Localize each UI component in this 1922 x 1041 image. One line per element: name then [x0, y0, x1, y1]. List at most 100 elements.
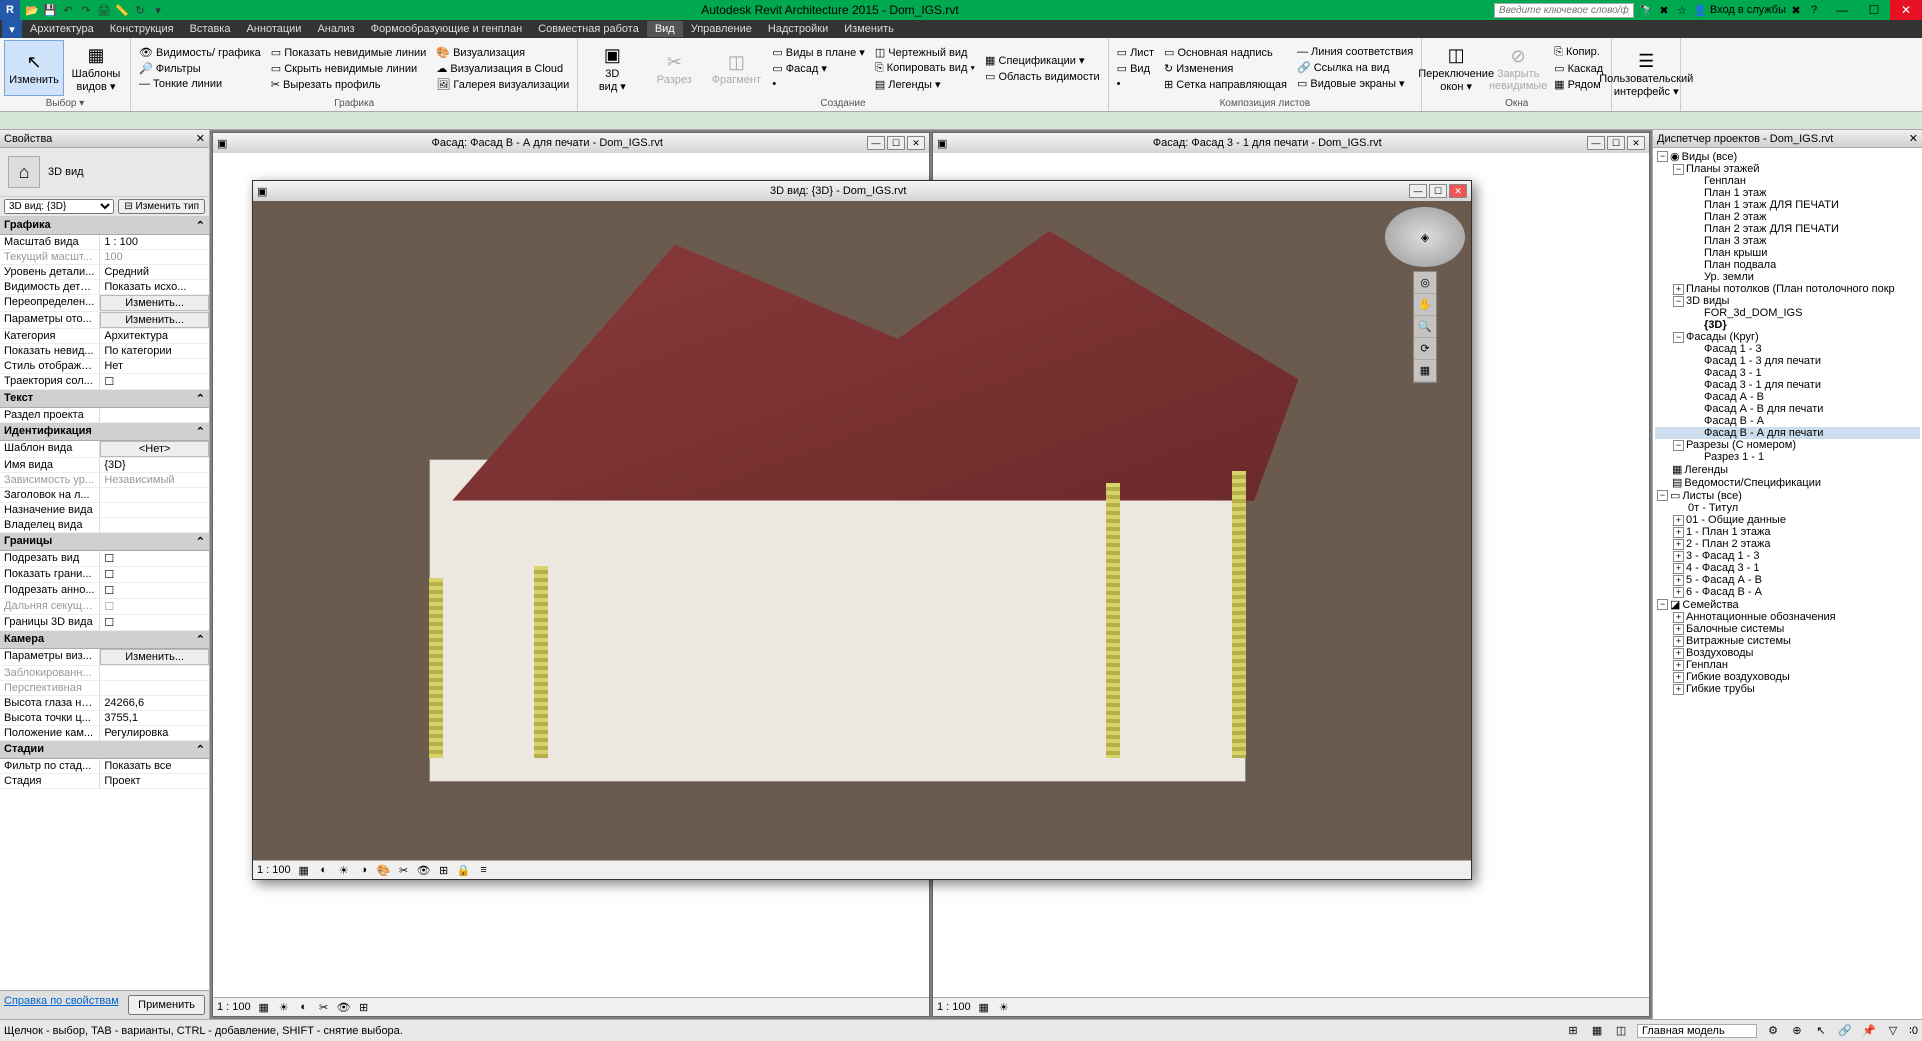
- prop-row[interactable]: Имя вида{3D}: [0, 458, 209, 473]
- qat-open-icon[interactable]: 📂: [24, 2, 40, 18]
- close-icon[interactable]: ✕: [1449, 184, 1467, 198]
- tree-item[interactable]: Фасад А - В для печати: [1655, 403, 1920, 415]
- tree-item[interactable]: Генплан: [1655, 175, 1920, 187]
- menu-Надстройки[interactable]: Надстройки: [760, 21, 836, 37]
- menu-Формообразующие и генплан[interactable]: Формообразующие и генплан: [363, 21, 531, 37]
- apply-button[interactable]: Применить: [128, 995, 205, 1015]
- sb-icon[interactable]: ⊕: [1789, 1023, 1805, 1039]
- tree-item[interactable]: Фасад В - А: [1655, 415, 1920, 427]
- qat-redo-icon[interactable]: ↷: [78, 2, 94, 18]
- vc-constraints-icon[interactable]: 🔒: [457, 863, 471, 877]
- ribbon-item[interactable]: ▭ Основная надпись: [1160, 45, 1291, 60]
- tree-item[interactable]: План подвала: [1655, 259, 1920, 271]
- tree-item[interactable]: −Планы этажей: [1655, 163, 1920, 175]
- view-selector[interactable]: 3D вид: {3D}: [4, 199, 114, 214]
- tree-item[interactable]: Разрез 1 - 1: [1655, 451, 1920, 463]
- tree-item[interactable]: 0т - Титул: [1655, 502, 1920, 514]
- tree-item[interactable]: ▦Легенды: [1655, 463, 1920, 476]
- tree-toggle-icon[interactable]: +: [1673, 551, 1684, 562]
- ribbon-item[interactable]: — Тонкие линии: [135, 77, 265, 91]
- tree-item[interactable]: Ур. земли: [1655, 271, 1920, 283]
- tree-toggle-icon[interactable]: −: [1673, 296, 1684, 307]
- tree-toggle-icon[interactable]: −: [1657, 151, 1668, 162]
- vc-icon[interactable]: ▦: [977, 1000, 991, 1014]
- binoculars-icon[interactable]: 🔭: [1638, 2, 1654, 18]
- tree-item[interactable]: −◉Виды (все): [1655, 150, 1920, 163]
- menu-Конструкция[interactable]: Конструкция: [102, 21, 182, 37]
- min-icon[interactable]: —: [1587, 136, 1605, 150]
- menu-Аннотации[interactable]: Аннотации: [238, 21, 309, 37]
- app-menu-icon[interactable]: ▾: [2, 20, 22, 38]
- tree-item[interactable]: +Витражные системы: [1655, 635, 1920, 647]
- prop-row[interactable]: Подрезать анно...: [0, 583, 209, 599]
- tree-item[interactable]: −3D виды: [1655, 295, 1920, 307]
- qat-measure-icon[interactable]: 📏: [114, 2, 130, 18]
- maximize-button[interactable]: ☐: [1858, 0, 1890, 20]
- menu-Вставка[interactable]: Вставка: [182, 21, 239, 37]
- max-icon[interactable]: ☐: [1607, 136, 1625, 150]
- pan-icon[interactable]: ✋: [1414, 294, 1436, 316]
- prop-row[interactable]: Показать грани...: [0, 567, 209, 583]
- tree-toggle-icon[interactable]: +: [1673, 284, 1684, 295]
- prop-row[interactable]: Видимость дета...Показать исхо...: [0, 280, 209, 295]
- max-icon[interactable]: ☐: [887, 136, 905, 150]
- sb-link-icon[interactable]: 🔗: [1837, 1023, 1853, 1039]
- steering-wheel-icon[interactable]: ◎: [1414, 272, 1436, 294]
- prop-group-Камера[interactable]: Камера⌃: [0, 631, 209, 649]
- vc-shadow-icon[interactable]: ◑: [357, 863, 371, 877]
- tree-item[interactable]: +2 - План 2 этажа: [1655, 538, 1920, 550]
- ribbon-item[interactable]: ▭ Вид: [1113, 61, 1158, 76]
- tree-item[interactable]: +1 - План 1 этажа: [1655, 526, 1920, 538]
- close-icon[interactable]: ✕: [907, 136, 925, 150]
- qat-more-icon[interactable]: ▾: [150, 2, 166, 18]
- orbit-icon[interactable]: ⟳: [1414, 338, 1436, 360]
- prop-row[interactable]: Владелец вида: [0, 518, 209, 533]
- change-type-button[interactable]: ⊟ Изменить тип: [118, 199, 205, 214]
- tree-item[interactable]: План 1 этаж ДЛЯ ПЕЧАТИ: [1655, 199, 1920, 211]
- ribbon-Переключение-окон-▾[interactable]: ◫Переключениеокон ▾: [1426, 40, 1486, 96]
- prop-row[interactable]: Положение кам...Регулировка: [0, 726, 209, 741]
- ribbon-item[interactable]: ▭ Фасад ▾: [768, 61, 868, 76]
- vc-icon[interactable]: ☀: [997, 1000, 1011, 1014]
- tree-item[interactable]: +4 - Фасад 3 - 1: [1655, 562, 1920, 574]
- vc-hide-icon[interactable]: 👁: [417, 863, 431, 877]
- scale-label[interactable]: 1 : 100: [937, 1001, 971, 1013]
- browser-close-icon[interactable]: ✕: [1909, 132, 1918, 145]
- tree-item[interactable]: +5 - Фасад А - В: [1655, 574, 1920, 586]
- tree-item[interactable]: План 1 этаж: [1655, 187, 1920, 199]
- tree-toggle-icon[interactable]: −: [1673, 332, 1684, 343]
- tree-item[interactable]: Фасад 1 - 3 для печати: [1655, 355, 1920, 367]
- tree-toggle-icon[interactable]: +: [1673, 539, 1684, 550]
- prop-group-Стадии[interactable]: Стадии⌃: [0, 741, 209, 759]
- prop-row[interactable]: Параметры виз...Изменить...: [0, 649, 209, 666]
- prop-row[interactable]: Подрезать вид: [0, 551, 209, 567]
- close-icon[interactable]: ✕: [1627, 136, 1645, 150]
- qat-print-icon[interactable]: 🖨: [96, 2, 112, 18]
- prop-row[interactable]: Раздел проекта: [0, 408, 209, 423]
- search-input[interactable]: [1494, 3, 1634, 18]
- sb-icon[interactable]: ⚙: [1765, 1023, 1781, 1039]
- tree-item[interactable]: +6 - Фасад В - А: [1655, 586, 1920, 598]
- tree-toggle-icon[interactable]: +: [1673, 515, 1684, 526]
- properties-close-icon[interactable]: ✕: [196, 132, 205, 145]
- tree-toggle-icon[interactable]: +: [1673, 684, 1684, 695]
- max-icon[interactable]: ☐: [1429, 184, 1447, 198]
- ribbon-item[interactable]: ▤ Легенды ▾: [871, 77, 979, 92]
- vc-crop-icon[interactable]: ✂: [397, 863, 411, 877]
- tree-item[interactable]: −◪Семейства: [1655, 598, 1920, 611]
- ribbon-item[interactable]: ✂ Вырезать профиль: [267, 77, 431, 92]
- vc-icon[interactable]: ☀: [277, 1000, 291, 1014]
- sb-icon[interactable]: ◫: [1613, 1023, 1629, 1039]
- prop-group-Границы[interactable]: Границы⌃: [0, 533, 209, 551]
- tree-item[interactable]: +Планы потолков (План потолочного покр: [1655, 283, 1920, 295]
- zoom-icon[interactable]: 🔍: [1414, 316, 1436, 338]
- qat-sync-icon[interactable]: ↻: [132, 2, 148, 18]
- ribbon-item[interactable]: ▭ Показать невидимые линии: [267, 45, 431, 60]
- vc-style-icon[interactable]: ◐: [317, 863, 331, 877]
- minimize-button[interactable]: —: [1826, 0, 1858, 20]
- ribbon-item[interactable]: ▦ Спецификации ▾: [981, 53, 1104, 68]
- prop-group-Идентификация[interactable]: Идентификация⌃: [0, 423, 209, 441]
- viewport-3d[interactable]: ◈ ◎ ✋ 🔍 ⟳ ▦: [253, 201, 1471, 860]
- prop-row[interactable]: Высота точки ц...3755,1: [0, 711, 209, 726]
- vc-analytical-icon[interactable]: ≡: [477, 863, 491, 877]
